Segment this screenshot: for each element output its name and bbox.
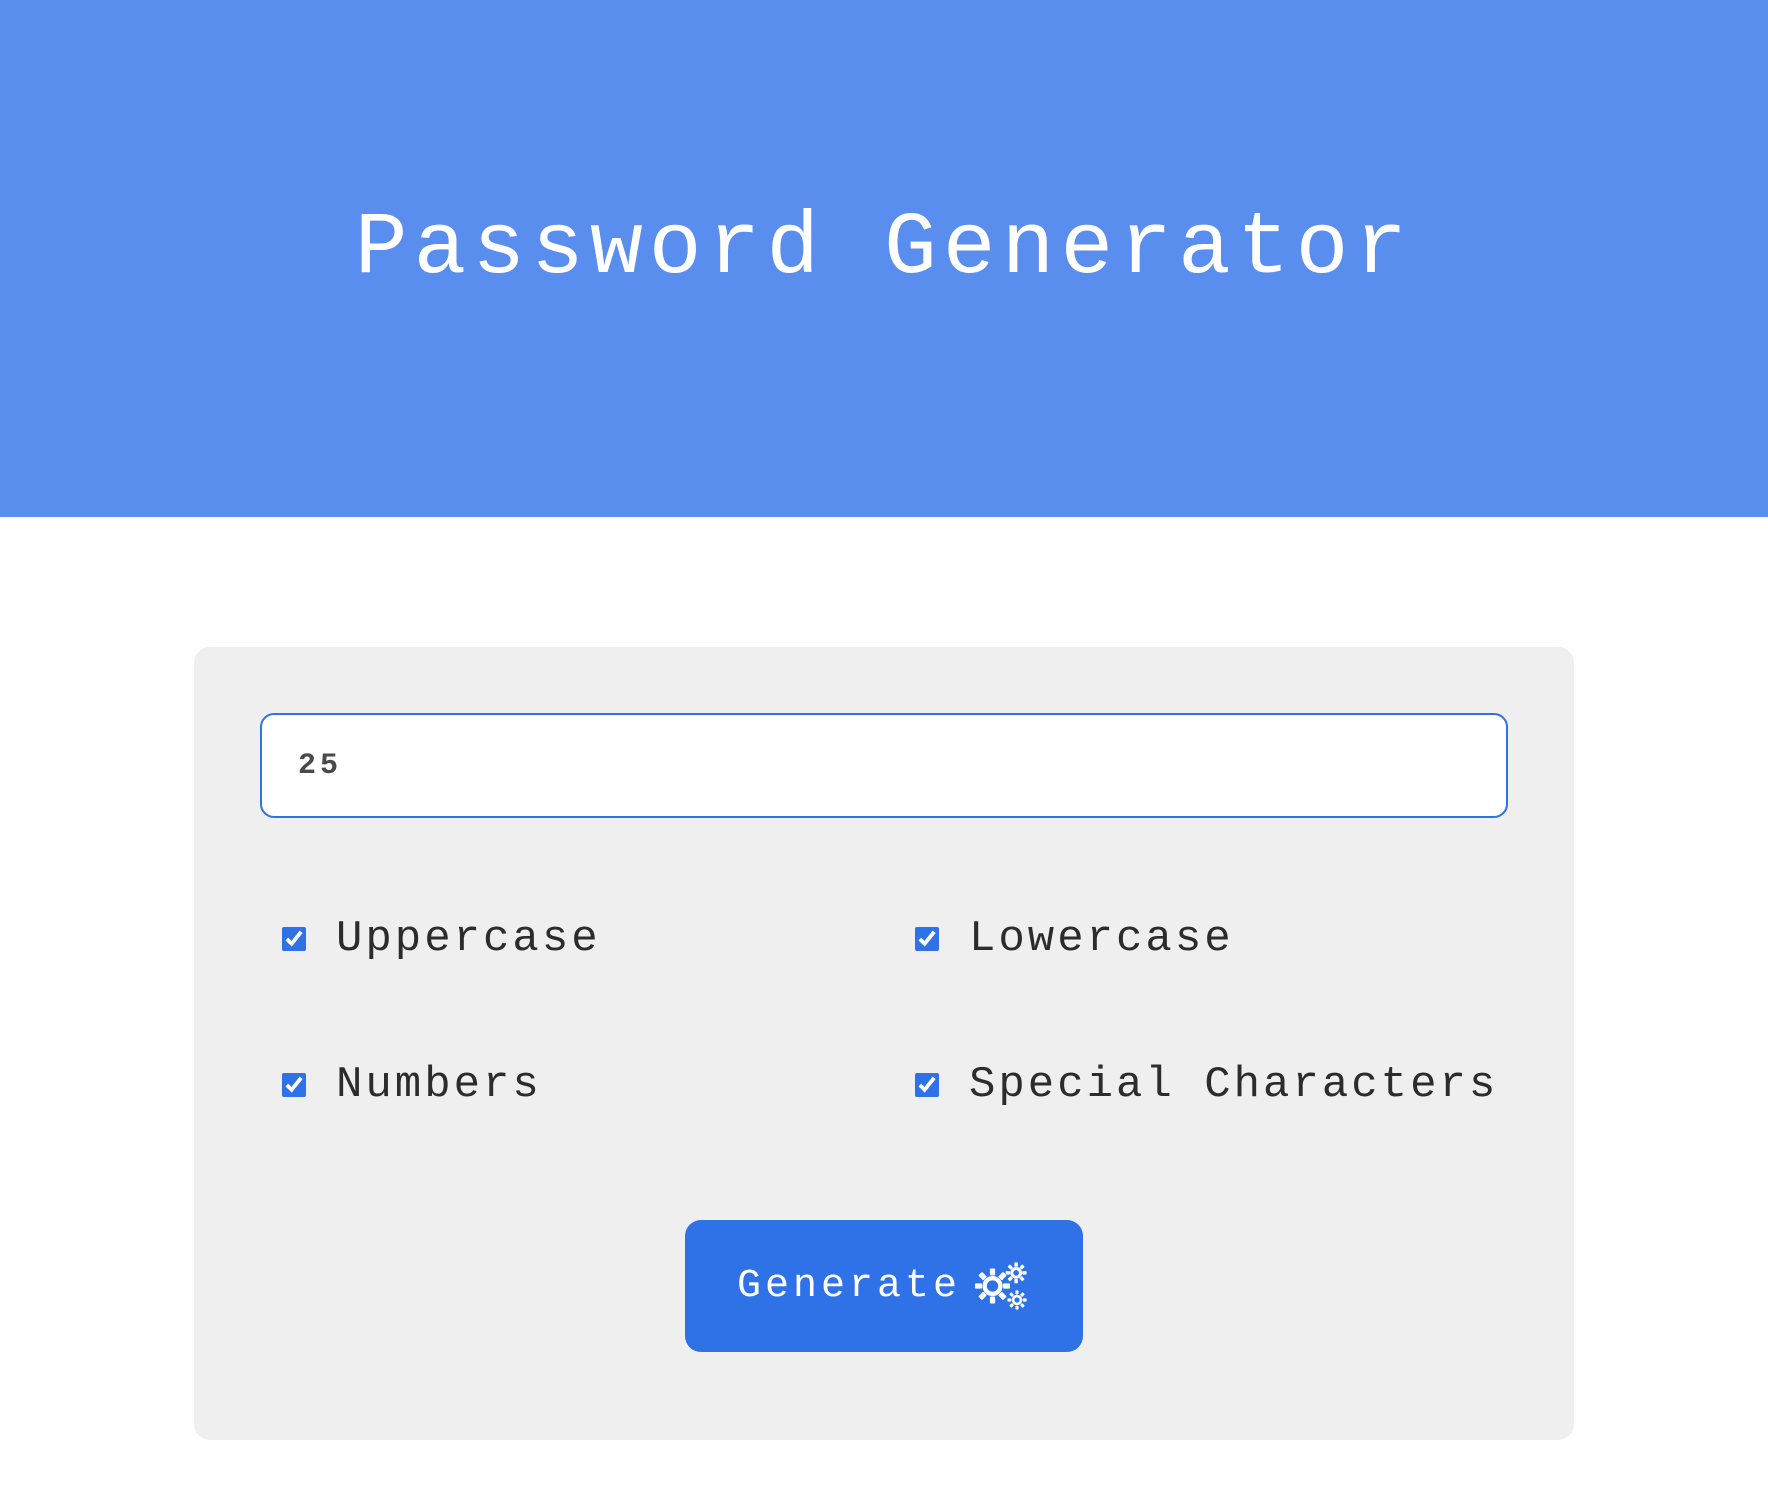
app-header: Password Generator xyxy=(0,0,1768,517)
lowercase-label: Lowercase xyxy=(969,914,1234,964)
button-row: Generate xyxy=(260,1220,1508,1352)
generate-button[interactable]: Generate xyxy=(685,1220,1083,1352)
generate-button-label: Generate xyxy=(737,1264,961,1309)
option-uppercase: Uppercase xyxy=(282,914,875,964)
uppercase-checkbox[interactable] xyxy=(282,927,306,951)
option-numbers: Numbers xyxy=(282,1060,875,1110)
numbers-label: Numbers xyxy=(336,1060,542,1110)
option-special: Special Characters xyxy=(915,1060,1508,1110)
special-label: Special Characters xyxy=(969,1060,1498,1110)
options-grid: Uppercase Lowercase Numbers Special Char… xyxy=(260,914,1508,1110)
numbers-checkbox[interactable] xyxy=(282,1073,306,1097)
page-title: Password Generator xyxy=(355,200,1414,299)
special-checkbox[interactable] xyxy=(915,1073,939,1097)
generator-card: Uppercase Lowercase Numbers Special Char… xyxy=(194,647,1574,1440)
lowercase-checkbox[interactable] xyxy=(915,927,939,951)
uppercase-label: Uppercase xyxy=(336,914,601,964)
main-content: Uppercase Lowercase Numbers Special Char… xyxy=(0,517,1768,1440)
length-input[interactable] xyxy=(260,713,1508,818)
gears-icon xyxy=(975,1258,1031,1314)
option-lowercase: Lowercase xyxy=(915,914,1508,964)
